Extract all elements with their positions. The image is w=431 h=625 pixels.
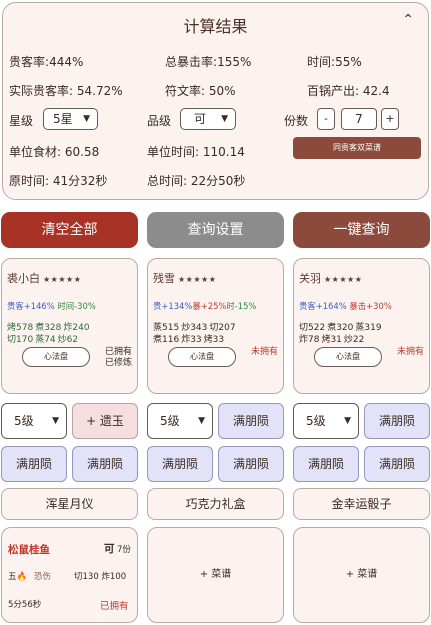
- equip-slot[interactable]: 满朋陨: [364, 446, 430, 482]
- chef-buff: 贵客+146% 时间-30%: [7, 301, 96, 311]
- xinfa-button[interactable]: 心法盘: [168, 347, 236, 367]
- star-label: 星级: [9, 114, 34, 128]
- chef-card[interactable]: 残雪 ★★★★★ 贵+134%暴+25%时-15% 蒸515 炒343 切207 煮1…: [147, 258, 284, 394]
- equip-slot[interactable]: 满朋陨: [364, 403, 430, 439]
- star-rating: ★★★★★: [324, 275, 363, 284]
- decrement-button[interactable]: -: [317, 108, 335, 130]
- stat-rune-rate: 符文率: 50%: [165, 84, 236, 98]
- star-rating: ★★★★★: [178, 275, 217, 284]
- equip-slot[interactable]: 满朋陨: [147, 446, 213, 482]
- level-select[interactable]: 5级 ▼: [293, 403, 359, 439]
- chef-buff: 贵+134%暴+25%时-15%: [153, 301, 257, 311]
- chef-name: 关羽 ★★★★★: [299, 272, 363, 285]
- caret-down-icon: ▼: [83, 114, 90, 124]
- caret-down-icon: ▼: [344, 416, 351, 426]
- chef-card[interactable]: 裘小白 ★★★★★ 贵客+146% 时间-30% 烤578 煮328 炸240 切17…: [1, 258, 138, 394]
- unit-food: 单位食材: 60.58: [9, 145, 100, 159]
- ownership-status: 未拥有: [250, 347, 278, 357]
- stat-actual-guest-rate: 实际贵客率: 54.72%: [9, 84, 123, 98]
- double-recipe-button[interactable]: 同贵客双菜谱: [293, 137, 421, 159]
- original-time: 原时间: 41分32秒: [9, 174, 108, 188]
- chef-skills: 切522 煮320 蒸319 炸78 烤31 炒22: [299, 323, 382, 345]
- star-rating: ★★★★★: [43, 275, 82, 284]
- chevron-up-icon[interactable]: ⌃: [402, 12, 414, 28]
- grade-select[interactable]: 可 ▼: [180, 108, 236, 130]
- recipe-rarity: 五🔥: [8, 572, 28, 582]
- recipe-requirements: 切130 炸100: [74, 572, 127, 582]
- chef-skills: 烤578 煮328 炸240 切170 蒸74 炒62: [7, 323, 90, 345]
- panel-title: 计算结果: [183, 17, 248, 36]
- stat-pot-output: 百锅产出: 42.4: [307, 84, 390, 98]
- item-button[interactable]: 浑星月仪: [1, 488, 138, 520]
- equip-slot[interactable]: 满朋陨: [1, 446, 67, 482]
- clear-all-button[interactable]: 清空全部: [1, 212, 138, 248]
- caret-down-icon: ▼: [52, 416, 59, 426]
- chef-card[interactable]: 关羽 ★★★★★ 贵客+164% 暴击+30% 切522 煮320 蒸319 炸78 烤…: [293, 258, 430, 394]
- level-select[interactable]: 5级 ▼: [1, 403, 67, 439]
- caret-down-icon: ▼: [221, 114, 228, 124]
- stat-time: 时间:55%: [307, 55, 362, 69]
- total-time: 总时间: 22分50秒: [147, 174, 246, 188]
- grade-label: 品级: [147, 114, 172, 128]
- xinfa-button[interactable]: 心法盘: [314, 347, 382, 367]
- ownership-status: 未拥有: [396, 347, 424, 357]
- add-yuanyu-button[interactable]: + 遗玉: [72, 403, 138, 439]
- recipe-portions: 7份: [117, 545, 131, 555]
- add-recipe-button[interactable]: + 菜谱: [293, 527, 430, 623]
- recipe-tag: 恐伤: [34, 572, 52, 582]
- chef-name: 残雪 ★★★★★: [153, 272, 217, 285]
- portions-label: 份数: [284, 114, 309, 128]
- equip-slot[interactable]: 满朋陨: [218, 403, 284, 439]
- ownership-status: 已拥有 已修炼: [104, 347, 132, 368]
- xinfa-button[interactable]: 心法盘: [22, 347, 90, 367]
- portions-input[interactable]: 7: [341, 108, 377, 130]
- recipe-owned: 已拥有: [100, 601, 129, 612]
- star-select[interactable]: 5星 ▼: [43, 108, 98, 130]
- result-panel: 计算结果 ⌃: [2, 2, 429, 200]
- item-button[interactable]: 金幸运骰子: [293, 488, 430, 520]
- chef-skills: 蒸515 炒343 切207 煮116 炸33 烤33: [153, 323, 236, 345]
- recipe-time: 5分56秒: [8, 600, 42, 610]
- one-click-query-button[interactable]: 一键查询: [293, 212, 430, 248]
- equip-slot[interactable]: 满朋陨: [218, 446, 284, 482]
- recipe-name: 松鼠桂鱼: [8, 544, 50, 556]
- recipe-card[interactable]: 松鼠桂鱼 可 7份 五🔥 恐伤 切130 炸100 5分56秒 已拥有: [1, 527, 138, 623]
- equip-slot[interactable]: 满朋陨: [72, 446, 138, 482]
- chef-name: 裘小白 ★★★★★: [7, 272, 82, 285]
- query-settings-button[interactable]: 查询设置: [147, 212, 284, 248]
- stat-guest-rate: 贵客率:444%: [9, 55, 84, 69]
- increment-button[interactable]: +: [381, 108, 399, 130]
- recipe-grade: 可: [104, 543, 115, 555]
- caret-down-icon: ▼: [198, 416, 205, 426]
- unit-time: 单位时间: 110.14: [147, 145, 245, 159]
- add-recipe-button[interactable]: + 菜谱: [147, 527, 284, 623]
- equip-slot[interactable]: 满朋陨: [293, 446, 359, 482]
- level-select[interactable]: 5级 ▼: [147, 403, 213, 439]
- stat-crit-rate: 总暴击率:155%: [165, 55, 252, 69]
- item-button[interactable]: 巧克力礼盒: [147, 488, 284, 520]
- chef-buff: 贵客+164% 暴击+30%: [299, 301, 392, 311]
